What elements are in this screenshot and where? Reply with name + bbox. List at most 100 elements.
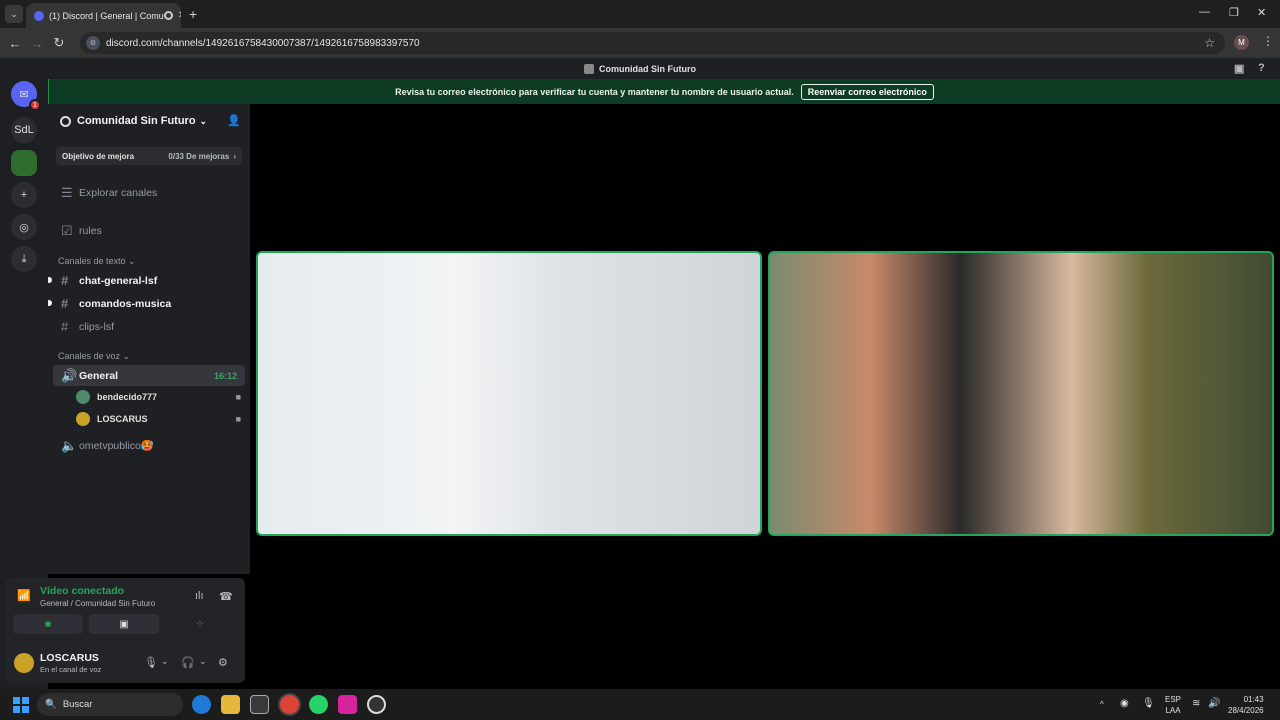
obs-icon[interactable] xyxy=(367,695,386,714)
whatsapp-icon[interactable] xyxy=(309,695,328,714)
speaker-icon: 🔈 xyxy=(61,437,78,453)
channel-label: comandos-musica xyxy=(79,297,172,310)
show-hidden-icons-icon[interactable]: ^ xyxy=(1100,699,1104,710)
noise-suppression-icon[interactable]: ılı xyxy=(195,590,204,602)
rules-label: rules xyxy=(79,224,102,237)
help-icon[interactable]: ? xyxy=(1258,62,1265,74)
forward-icon[interactable]: → xyxy=(26,36,48,51)
restore-icon[interactable]: ❐ xyxy=(1229,6,1239,19)
unread-indicator xyxy=(48,277,52,283)
profile-avatar[interactable]: M xyxy=(1234,35,1249,50)
voice-member[interactable]: LOSCARUS ■ xyxy=(76,409,241,429)
url-bar[interactable]: ⚙ discord.com/channels/14926167584300073… xyxy=(80,32,1225,54)
taskbar-search[interactable]: 🔍 Buscar xyxy=(37,693,183,716)
clock-date: 28/4/2026 xyxy=(1228,706,1264,715)
tab-search-icon[interactable]: ⌄ xyxy=(5,5,23,23)
new-tab-icon[interactable]: + xyxy=(189,6,197,22)
headphones-icon[interactable]: 🎧 xyxy=(181,656,195,669)
wifi-icon[interactable]: ≋ xyxy=(1192,698,1200,709)
hash-icon: # xyxy=(61,296,69,311)
channel-comandos-musica[interactable]: # comandos-musica xyxy=(53,293,245,314)
microphone-icon[interactable]: 🎙 xyxy=(144,656,158,669)
back-icon[interactable]: ← xyxy=(4,36,26,51)
address-toolbar: ← → ↻ ⚙ discord.com/channels/14926167584… xyxy=(0,28,1280,58)
channel-rules[interactable]: ☑ rules xyxy=(53,220,245,241)
screen-share-button[interactable]: ▣ xyxy=(89,614,159,634)
server-settings-icon xyxy=(60,115,71,127)
boost-goal[interactable]: Objetivo de mejora 0/33 De mejoras › xyxy=(56,147,242,165)
text-category-label: Canales de texto xyxy=(58,256,126,266)
voice-connection-panel: 📶 Vídeo conectado General / Comunidad Si… xyxy=(5,578,245,683)
voice-channel-general[interactable]: 🔊 General 16:12 xyxy=(53,365,245,386)
video-button[interactable]: ■ xyxy=(13,614,83,634)
server-comunidad-sin-futuro[interactable] xyxy=(11,150,37,176)
text-category[interactable]: Canales de texto ⌄ xyxy=(58,256,136,267)
avatar xyxy=(76,390,90,404)
tab-close-icon[interactable]: ✕ xyxy=(178,10,181,21)
discord-title-bar: Comunidad Sin Futuro ▣ ? xyxy=(0,58,1280,79)
microphone-tray-icon[interactable]: 🎙 xyxy=(1142,698,1155,709)
activities-icon: ⁘ xyxy=(195,618,205,630)
channel-sidebar: Comunidad Sin Futuro ⌄ 👤 Objetivo de mej… xyxy=(48,104,250,574)
server-sdl[interactable]: SdL xyxy=(11,117,37,143)
minimize-icon[interactable]: — xyxy=(1199,6,1210,18)
user-avatar[interactable] xyxy=(14,653,34,673)
windows-start-icon[interactable] xyxy=(13,697,29,713)
reload-icon[interactable]: ↻ xyxy=(48,35,70,51)
discover-icon[interactable]: ◎ xyxy=(11,214,37,240)
chevron-down-icon[interactable]: ⌄ xyxy=(161,656,169,667)
volume-icon[interactable]: 🔊 xyxy=(1208,698,1220,709)
channel-label: clips-lsf xyxy=(79,320,115,333)
voice-member[interactable]: bendecido777 ■ xyxy=(76,387,241,407)
server-name: Comunidad Sin Futuro xyxy=(77,115,196,127)
unread-indicator xyxy=(48,300,52,306)
camera-icon: ■ xyxy=(235,392,241,402)
voice-location[interactable]: General / Comunidad Sin Futuro xyxy=(40,599,155,608)
edge-icon[interactable] xyxy=(192,695,211,714)
voice-status[interactable]: Vídeo conectado xyxy=(40,585,124,597)
direct-messages-icon[interactable]: ✉ 1 xyxy=(11,81,41,111)
network-app-icon[interactable]: ◉ xyxy=(1120,698,1129,709)
browser-tab[interactable]: (1) Discord | General | Comu ✕ xyxy=(26,3,181,28)
clock-time: 01:43 xyxy=(1243,695,1264,704)
activities-button[interactable]: ⁘ xyxy=(165,614,235,634)
video-tile-1[interactable] xyxy=(256,251,762,536)
window-close-icon[interactable]: ✕ xyxy=(1257,6,1266,19)
store-icon[interactable] xyxy=(250,695,269,714)
add-server-icon[interactable]: + xyxy=(11,182,37,208)
user-settings-icon[interactable]: ⚙ xyxy=(218,656,228,669)
instagram-icon[interactable] xyxy=(338,695,357,714)
resend-email-button[interactable]: Reenviar correo electrónico xyxy=(800,83,934,100)
server-icon xyxy=(584,63,594,74)
video-tile-2[interactable] xyxy=(768,251,1274,536)
bookmark-star-icon[interactable]: ☆ xyxy=(1204,36,1215,50)
channel-chat-general-lsf[interactable]: # chat-general-lsf xyxy=(53,270,245,291)
chevron-down-icon[interactable]: ⌄ xyxy=(199,656,207,667)
browse-label: Explorar canales xyxy=(79,186,158,199)
user-status: En el canal de voz xyxy=(40,665,102,674)
signal-icon: 📶 xyxy=(17,590,31,602)
browser-menu-icon[interactable]: ⋮ xyxy=(1262,34,1274,48)
server-header[interactable]: Comunidad Sin Futuro ⌄ xyxy=(48,104,250,138)
tab-title: (1) Discord | General | Comu xyxy=(49,10,164,21)
invite-user-icon[interactable]: 👤 xyxy=(227,114,241,127)
download-icon[interactable]: ⤓ xyxy=(11,246,37,272)
browser-tab-bar: ⌄ (1) Discord | General | Comu ✕ + — ❐ ✕ xyxy=(0,0,1280,28)
camera-icon: ■ xyxy=(235,414,241,424)
chrome-icon[interactable] xyxy=(280,695,299,714)
channel-clips-lsf[interactable]: # clips-lsf xyxy=(53,316,245,337)
url-text: discord.com/channels/1492616758430007387… xyxy=(106,37,420,49)
boost-label: Objetivo de mejora xyxy=(62,151,135,161)
voice-timer: 16:12 xyxy=(213,370,237,381)
voice-channel-ometvpublico[interactable]: 🔈 ometvpublico🥵 xyxy=(53,435,245,456)
site-info-icon[interactable]: ⚙ xyxy=(86,36,100,50)
clock[interactable]: 01:43 28/4/2026 xyxy=(1228,694,1264,716)
language-indicator[interactable]: ESP LAA xyxy=(1165,694,1181,716)
file-explorer-icon[interactable] xyxy=(221,695,240,714)
disconnect-icon[interactable]: ☎ xyxy=(219,590,233,603)
voice-category[interactable]: Canales de voz ⌄ xyxy=(58,351,130,362)
browse-channels[interactable]: ☰ Explorar canales xyxy=(53,182,245,203)
username[interactable]: LOSCARUS xyxy=(40,652,99,664)
voice-channel-label: General xyxy=(79,369,119,382)
inbox-icon[interactable]: ▣ xyxy=(1234,62,1244,75)
